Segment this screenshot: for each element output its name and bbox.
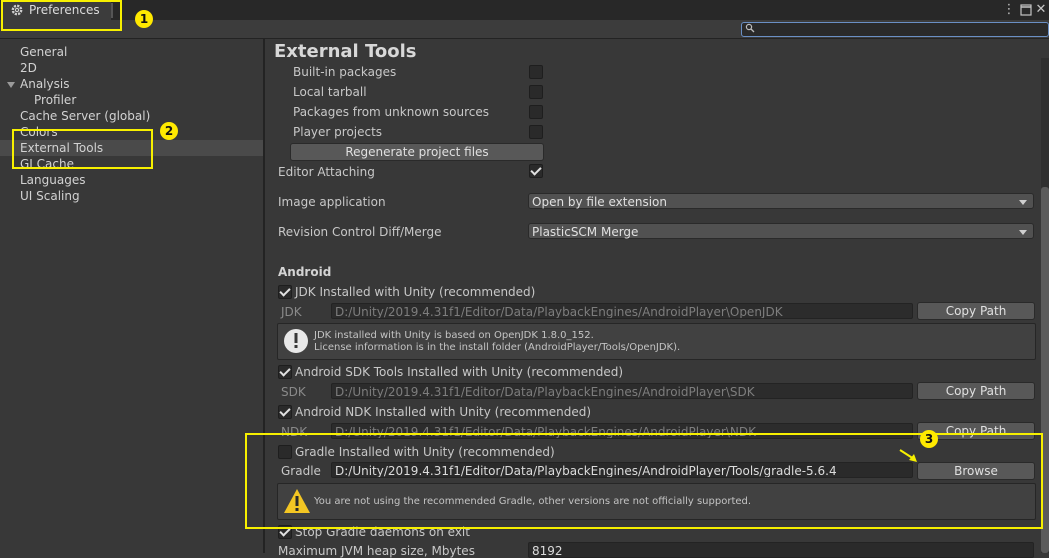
option-local-tarball-label: Local tarball xyxy=(293,85,367,99)
android-section-heading: Android xyxy=(278,265,332,279)
annotation-badge-1: 1 xyxy=(135,10,153,28)
jdk-info-line1: JDK installed with Unity is based on Ope… xyxy=(314,330,594,341)
jdk-info-line2: License information is in the install fo… xyxy=(314,342,681,353)
sidebar-item-2d[interactable]: 2D xyxy=(20,60,37,76)
annotation-badge-2: 2 xyxy=(160,122,178,140)
option-player-projects-checkbox[interactable] xyxy=(529,125,543,139)
jdk-field-label: JDK xyxy=(281,305,302,319)
option-unknown-sources-label: Packages from unknown sources xyxy=(293,105,489,119)
sidebar-item-cache-server[interactable]: Cache Server (global) xyxy=(20,108,150,124)
search-input[interactable] xyxy=(741,22,1049,37)
sdk-path-field[interactable]: D:/Unity/2019.4.31f1/Editor/Data/Playbac… xyxy=(331,383,913,399)
sidebar-item-profiler[interactable]: Profiler xyxy=(34,92,76,108)
jdk-installed-label: JDK Installed with Unity (recommended) xyxy=(295,285,536,299)
editor-attaching-checkbox[interactable] xyxy=(529,164,543,178)
annotation-box-3 xyxy=(245,433,1043,529)
annotation-box-2 xyxy=(12,129,153,169)
sidebar-item-general[interactable]: General xyxy=(20,44,67,60)
annotation-arrow-icon xyxy=(899,449,917,462)
sdk-field-label: SDK xyxy=(281,385,306,399)
option-builtin-packages-checkbox[interactable] xyxy=(529,65,543,79)
kebab-menu-icon[interactable]: ⋮ xyxy=(1002,2,1016,17)
search-icon xyxy=(745,23,755,33)
option-builtin-packages-label: Built-in packages xyxy=(293,65,397,79)
sidebar-item-ui-scaling[interactable]: UI Scaling xyxy=(20,188,80,204)
sidebar-item-analysis[interactable]: Analysis xyxy=(20,76,69,92)
annotation-box-1 xyxy=(1,0,122,31)
jdk-copy-path-button[interactable]: Copy Path xyxy=(917,302,1035,320)
sdk-installed-checkbox[interactable] xyxy=(278,365,292,379)
title-bar xyxy=(0,0,1049,20)
jdk-path-field[interactable]: D:/Unity/2019.4.31f1/Editor/Data/Playbac… xyxy=(331,303,913,319)
option-local-tarball-checkbox[interactable] xyxy=(529,85,543,99)
ndk-installed-checkbox[interactable] xyxy=(278,405,292,419)
jvm-heap-field[interactable]: 8192 xyxy=(528,542,1034,558)
close-icon[interactable]: ✕ xyxy=(1034,2,1048,17)
jdk-installed-checkbox[interactable] xyxy=(278,285,292,299)
sidebar-item-languages[interactable]: Languages xyxy=(20,172,85,188)
ndk-installed-label: Android NDK Installed with Unity (recomm… xyxy=(295,405,592,419)
sdk-copy-path-button[interactable]: Copy Path xyxy=(917,382,1035,400)
revision-control-value: PlasticSCM Merge xyxy=(532,225,639,239)
image-application-dropdown[interactable]: Open by file extension xyxy=(528,193,1034,209)
sdk-installed-label: Android SDK Tools Installed with Unity (… xyxy=(295,365,624,379)
option-player-projects-label: Player projects xyxy=(293,125,383,139)
info-icon xyxy=(284,329,308,353)
jvm-heap-label: Maximum JVM heap size, Mbytes xyxy=(278,544,475,558)
annotation-badge-3: 3 xyxy=(920,430,938,448)
option-unknown-sources-checkbox[interactable] xyxy=(529,105,543,119)
collapse-arrow-icon[interactable] xyxy=(7,82,15,88)
jdk-info-box: JDK installed with Unity is based on Ope… xyxy=(277,323,1036,360)
page-title: External Tools xyxy=(274,41,417,62)
chevron-down-icon xyxy=(1019,230,1027,235)
regenerate-project-files-button[interactable]: Regenerate project files xyxy=(290,143,544,161)
revision-control-dropdown[interactable]: PlasticSCM Merge xyxy=(528,223,1034,239)
revision-control-label: Revision Control Diff/Merge xyxy=(278,225,442,239)
maximize-icon[interactable] xyxy=(1019,2,1033,17)
editor-attaching-label: Editor Attaching xyxy=(278,165,375,179)
image-application-value: Open by file extension xyxy=(532,195,667,209)
image-application-label: Image application xyxy=(278,195,386,209)
chevron-down-icon xyxy=(1019,200,1027,205)
